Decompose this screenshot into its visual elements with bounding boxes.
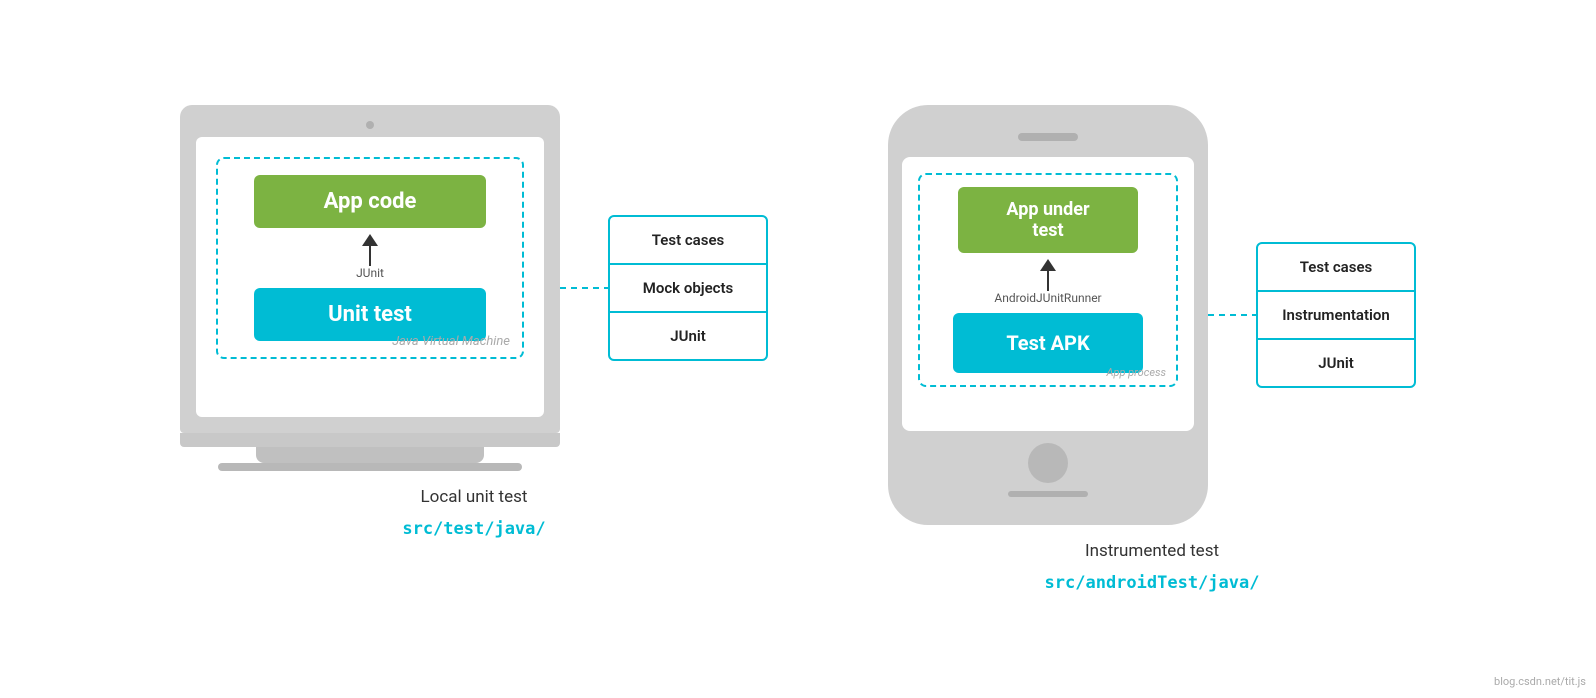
laptop-screen-inner: App code JUnit Unit test Java Virtual Ma… (196, 137, 544, 417)
jvm-label: Java Virtual Machine (392, 334, 510, 349)
test-apk-box: Test APK (953, 313, 1143, 373)
left-panel-row-0: Test cases (610, 217, 766, 265)
laptop-camera (366, 121, 374, 129)
phone-home-button (1028, 443, 1068, 483)
left-section-label: Local unit test (421, 487, 528, 507)
android-junit-runner-label: AndroidJUnitRunner (994, 291, 1101, 305)
junit-arrow: JUnit (234, 234, 506, 282)
right-panel-row-2: JUnit (1258, 340, 1414, 386)
app-process-container: App under test AndroidJUnitRunner Test A… (918, 173, 1178, 387)
dashed-line-right (1208, 314, 1258, 316)
left-test-panel: Test cases Mock objects JUnit (608, 215, 768, 361)
right-connector (1208, 314, 1258, 316)
phone-screen: App under test AndroidJUnitRunner Test A… (902, 157, 1194, 431)
right-section: App under test AndroidJUnitRunner Test A… (888, 105, 1416, 593)
junit-label: JUnit (356, 266, 384, 280)
app-under-test-box: App under test (958, 187, 1139, 253)
watermark: blog.csdn.net/tit.js (1494, 675, 1586, 688)
jvm-container: App code JUnit Unit test Java Virtual Ma… (216, 157, 524, 359)
arrow-line (369, 246, 371, 266)
android-junit-runner-arrow: AndroidJUnitRunner (932, 259, 1164, 307)
laptop-foot (218, 463, 522, 471)
right-panel-row-0: Test cases (1258, 244, 1414, 292)
arrow-up-icon (362, 234, 378, 246)
left-panel-row-2: JUnit (610, 313, 766, 359)
arrow-line-right (1047, 271, 1049, 291)
left-connector (560, 287, 610, 289)
phone-area: App under test AndroidJUnitRunner Test A… (888, 105, 1416, 525)
right-test-panel: Test cases Instrumentation JUnit (1256, 242, 1416, 388)
left-panel-row-1: Mock objects (610, 265, 766, 313)
phone-speaker (1018, 133, 1078, 141)
laptop-base (180, 433, 560, 447)
right-panel-row-1: Instrumentation (1258, 292, 1414, 340)
left-section: App code JUnit Unit test Java Virtual Ma… (180, 105, 768, 539)
app-under-test-label: App under test (1006, 199, 1089, 241)
right-section-label: Instrumented test (1085, 541, 1219, 561)
app-process-label: App process (1107, 366, 1167, 379)
diagram-container: App code JUnit Unit test Java Virtual Ma… (140, 85, 1456, 613)
laptop: App code JUnit Unit test Java Virtual Ma… (180, 105, 560, 471)
left-section-path: src/test/java/ (402, 519, 545, 539)
laptop-area: App code JUnit Unit test Java Virtual Ma… (180, 105, 768, 471)
phone: App under test AndroidJUnitRunner Test A… (888, 105, 1208, 525)
laptop-screen: App code JUnit Unit test Java Virtual Ma… (180, 105, 560, 433)
dashed-line-left (560, 287, 610, 289)
app-code-box: App code (254, 175, 485, 228)
right-section-path: src/androidTest/java/ (1045, 573, 1260, 593)
arrow-up-icon-right (1040, 259, 1056, 271)
phone-bottom-bar (1008, 491, 1088, 497)
laptop-stand (256, 447, 484, 463)
